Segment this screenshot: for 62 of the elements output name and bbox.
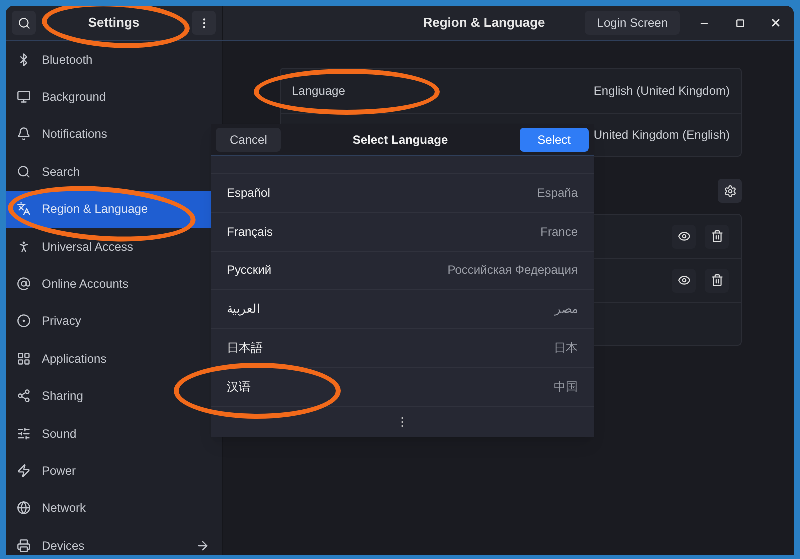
- sidebar-item[interactable]: Sound: [6, 414, 222, 452]
- monitor-icon: [17, 90, 31, 104]
- language-name: 汉语: [227, 378, 251, 396]
- lightning-icon: [17, 464, 31, 478]
- cancel-button[interactable]: Cancel: [216, 128, 282, 152]
- language-region: مصر: [555, 301, 578, 318]
- language-name: 日本語: [227, 340, 263, 358]
- at-sign-icon: [17, 277, 31, 292]
- language-row[interactable]: Español España: [211, 174, 594, 213]
- window-title: Settings: [87, 14, 141, 32]
- settings-button[interactable]: [718, 179, 742, 203]
- delete-button[interactable]: [705, 268, 729, 292]
- settings-icon: [724, 184, 736, 198]
- panel-title: Region & Language: [423, 14, 546, 32]
- grid-icon: [17, 352, 31, 366]
- close-icon: [770, 17, 782, 29]
- language-region: France: [540, 224, 578, 241]
- language-icon: [17, 202, 31, 216]
- delete-button[interactable]: [705, 224, 729, 248]
- trash-icon: [710, 230, 724, 243]
- language-row[interactable]: Русский Российская Федерация: [211, 252, 594, 290]
- printer-icon: [17, 538, 31, 553]
- eye-icon: [678, 274, 690, 287]
- eye-button[interactable]: [672, 224, 696, 248]
- language-region: Российская Федерация: [448, 262, 578, 280]
- language-row[interactable]: العربية مصر: [211, 290, 594, 330]
- language-name: Español: [227, 184, 270, 202]
- trash-icon: [710, 274, 724, 287]
- circle-dot-icon: [17, 314, 31, 328]
- sidebar-item[interactable]: Network: [6, 490, 222, 528]
- search-icon: [17, 164, 31, 179]
- select-button[interactable]: Select: [520, 128, 589, 152]
- language-row[interactable]: Français France: [211, 212, 594, 252]
- language-row[interactable]: 汉语 中国: [211, 368, 594, 407]
- language-region: 日本: [554, 340, 578, 358]
- sidebar-item[interactable]: Devices: [6, 527, 222, 555]
- language-name: Русский: [227, 262, 272, 280]
- sidebar-item[interactable]: Bluetooth: [6, 41, 222, 78]
- sliders-icon: [17, 426, 31, 441]
- language-name: Français: [227, 224, 274, 241]
- globe-icon: [17, 501, 31, 516]
- sidebar-item[interactable]: Background: [6, 78, 222, 116]
- search-button[interactable]: [12, 11, 36, 35]
- language-row[interactable]: 日本語 日本: [211, 329, 594, 368]
- language-region: España: [537, 184, 578, 202]
- search-icon: [18, 16, 30, 30]
- row-value: English (United Kingdom): [594, 82, 730, 100]
- language-region: 中国: [554, 378, 578, 396]
- row-value: United Kingdom (English): [594, 126, 730, 144]
- share-icon: [17, 389, 31, 404]
- menu-button[interactable]: [192, 11, 216, 35]
- bell-icon: [17, 127, 31, 142]
- language-name: العربية: [227, 301, 260, 318]
- row-label: Language: [292, 82, 346, 100]
- eye-button[interactable]: [672, 268, 696, 292]
- more-button[interactable]: ⋮: [396, 416, 408, 428]
- login-screen-button[interactable]: Login Screen: [585, 11, 680, 35]
- dialog-title: Select Language: [352, 132, 450, 148]
- eye-icon: [678, 230, 690, 243]
- maximize-icon: [736, 18, 744, 28]
- person-icon: [17, 240, 31, 254]
- sidebar-item[interactable]: Power: [6, 452, 222, 490]
